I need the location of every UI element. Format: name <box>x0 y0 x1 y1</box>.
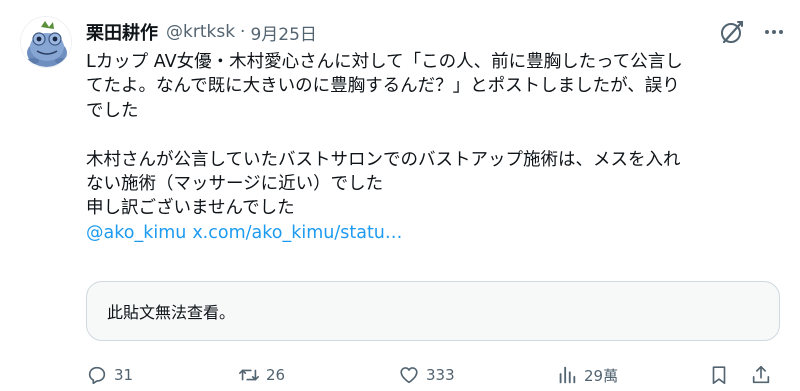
bookmark-button[interactable] <box>708 360 730 390</box>
tweet-text-line: ない施術（マッサージに近い）でした <box>86 173 384 194</box>
tweet-actions: 31 26 333 29萬 <box>86 360 786 390</box>
tweet-text-line: 申し訳ございませんでした <box>86 198 295 219</box>
views-chart-icon <box>559 366 576 384</box>
bookmark-icon <box>712 366 726 385</box>
tweet-links: @ako_kimu x.com/ako_kimu/statu… <box>86 221 786 245</box>
reply-icon <box>88 366 106 385</box>
post-date[interactable]: 9月25日 <box>250 20 316 45</box>
share-button[interactable] <box>750 360 772 390</box>
user-handle[interactable]: @krtksk <box>166 22 235 42</box>
quoted-post-unavailable: 此貼文無法查看。 <box>86 281 780 341</box>
tweet-text-line: Lカップ AV女優・木村愛心さんに対して「この人、前に豊胸したって公言し <box>86 52 683 72</box>
unavailable-message: 此貼文無法查看。 <box>107 303 236 322</box>
tweet-article[interactable]: 栗田耕作 @krtksk · 9月25日 Lカップ AV女優・木村愛心さんに対し… <box>0 0 800 391</box>
heart-icon <box>400 367 418 384</box>
reply-button[interactable]: 31 <box>86 360 133 390</box>
retweet-button[interactable]: 26 <box>238 360 285 390</box>
tweet-text: Lカップ AV女優・木村愛心さんに対して「この人、前に豊胸したって公言し てたよ… <box>86 50 786 245</box>
mention-link[interactable]: @ako_kimu <box>86 223 186 243</box>
url-link[interactable]: x.com/ako_kimu/statu… <box>192 223 402 243</box>
views-count: 29萬 <box>584 366 619 385</box>
avatar[interactable] <box>20 16 72 68</box>
reply-count: 31 <box>114 366 134 384</box>
tweet-text-blank-line <box>86 123 786 147</box>
separator-dot: · <box>240 22 246 42</box>
like-count: 333 <box>426 366 455 384</box>
like-button[interactable]: 333 <box>398 360 455 390</box>
grok-icon[interactable] <box>718 18 746 46</box>
tweet-text-line: でした <box>86 100 139 121</box>
more-options-button[interactable] <box>760 18 788 46</box>
retweet-icon <box>239 369 259 381</box>
tweet-text-line: 木村さんが公言していたバストサロンでのバストアップ施術は、メスを入れ <box>86 149 681 170</box>
frog-avatar-icon <box>21 17 71 67</box>
share-icon <box>752 365 770 384</box>
tweet-header: 栗田耕作 @krtksk · 9月25日 <box>86 18 317 46</box>
tweet-text-line: てたよ。なんで既に大きいのに豊胸するんだ？」とポストしましたが、誤り <box>86 76 680 97</box>
more-dots-icon <box>765 30 769 34</box>
retweet-count: 26 <box>266 366 286 384</box>
display-name[interactable]: 栗田耕作 <box>86 19 158 45</box>
views-button[interactable]: 29萬 <box>556 360 618 390</box>
